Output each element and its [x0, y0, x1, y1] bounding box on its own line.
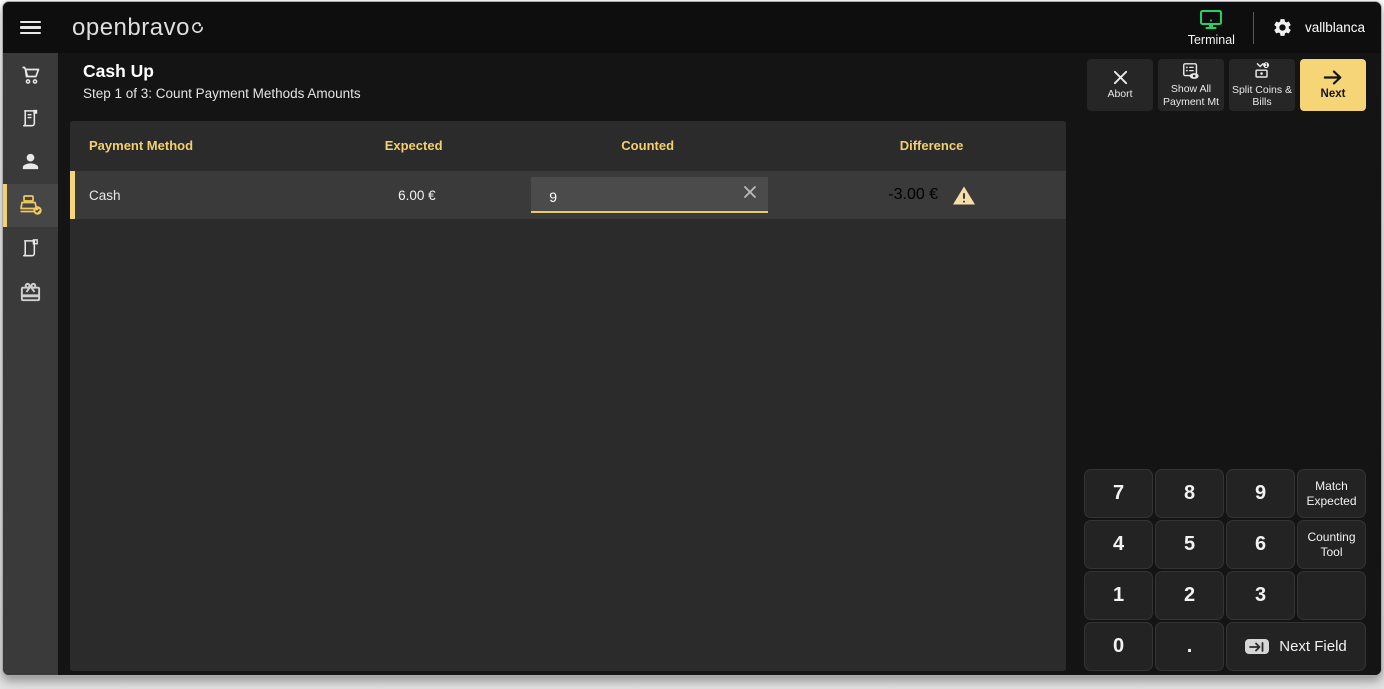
terminal-label: Terminal — [1187, 32, 1235, 47]
clear-x-icon[interactable] — [742, 184, 758, 203]
terminal-button[interactable]: Terminal — [1188, 9, 1235, 47]
split-coins-label: Split Coins & Bills — [1231, 83, 1293, 108]
difference-amount: -3.00 € — [888, 186, 939, 203]
menu-button[interactable] — [3, 2, 58, 53]
next-field-label: Next Field — [1279, 638, 1347, 655]
payment-method-name: Cash — [89, 187, 121, 203]
key-decimal[interactable]: . — [1155, 622, 1224, 671]
counted-input[interactable] — [531, 177, 769, 213]
table-header: Payment Method Expected Counted Differen… — [70, 121, 1066, 170]
key-match-expected[interactable]: Match Expected — [1297, 469, 1366, 518]
key-6[interactable]: 6 — [1226, 520, 1295, 569]
logo-mark-icon — [192, 12, 203, 40]
key-2[interactable]: 2 — [1155, 571, 1224, 620]
gift-icon — [20, 282, 41, 301]
table-row[interactable]: Cash 6.00 € -3.00 € — [70, 171, 1066, 219]
sidebar-item-customers[interactable] — [3, 140, 58, 184]
col-counted: Counted — [621, 138, 675, 153]
show-all-label: Show All Payment Mt — [1162, 83, 1220, 108]
svg-text:1: 1 — [1265, 63, 1268, 69]
show-all-payment-methods-button[interactable]: Show All Payment Mt — [1158, 59, 1224, 111]
expected-amount: 6.00 € — [398, 187, 436, 203]
payment-methods-table: Payment Method Expected Counted Differen… — [70, 121, 1066, 671]
tab-icon — [1245, 639, 1270, 654]
sidebar-item-gift-card[interactable] — [3, 271, 58, 315]
person-icon — [22, 154, 39, 170]
page-header: Cash Up Step 1 of 3: Count Payment Metho… — [83, 61, 361, 101]
coins-bills-icon: 1 — [1255, 62, 1269, 78]
key-0[interactable]: 0 — [1084, 622, 1153, 671]
split-coins-bills-button[interactable]: 1 Split Coins & Bills — [1229, 59, 1295, 111]
sidebar-item-cash-up[interactable] — [3, 183, 58, 227]
list-eye-icon — [1183, 63, 1199, 80]
receipt-icon — [23, 109, 38, 127]
sidebar — [3, 53, 58, 675]
key-7[interactable]: 7 — [1084, 469, 1153, 518]
key-1[interactable]: 1 — [1084, 571, 1153, 620]
page-title: Cash Up — [83, 61, 154, 81]
key-3[interactable]: 3 — [1226, 571, 1295, 620]
hamburger-icon — [20, 18, 41, 38]
key-5[interactable]: 5 — [1155, 520, 1224, 569]
key-8[interactable]: 8 — [1155, 469, 1224, 518]
abort-label: Abort — [1107, 88, 1133, 101]
counted-field-wrap — [531, 177, 769, 213]
key-counting-tool[interactable]: Counting Tool — [1297, 520, 1366, 569]
sidebar-item-documents[interactable] — [3, 227, 58, 271]
openbravo-logo: openbravo — [72, 13, 203, 42]
sidebar-item-receipts[interactable] — [3, 97, 58, 141]
settings-button[interactable] — [1272, 17, 1293, 38]
monitor-icon — [1200, 9, 1223, 29]
abort-button[interactable]: Abort — [1087, 59, 1153, 111]
topbar-right: Terminal vallblanca — [1188, 9, 1381, 47]
page-subtitle: Step 1 of 3: Count Payment Methods Amoun… — [83, 86, 361, 101]
key-4[interactable]: 4 — [1084, 520, 1153, 569]
topbar: openbravo Terminal vallblanca — [3, 2, 1381, 53]
gear-icon — [1274, 19, 1291, 36]
key-9[interactable]: 9 — [1226, 469, 1295, 518]
numeric-keypad: 7 8 9 Match Expected 4 5 6 Counting Tool… — [1084, 469, 1366, 671]
arrow-right-icon — [1323, 70, 1342, 85]
cart-icon — [22, 66, 39, 84]
main-content: Cash Up Step 1 of 3: Count Payment Metho… — [58, 53, 1381, 675]
col-expected: Expected — [384, 138, 443, 153]
cash-register-check-icon — [19, 195, 42, 215]
next-button[interactable]: Next — [1300, 59, 1366, 111]
username[interactable]: vallblanca — [1305, 20, 1365, 35]
logo-text: openbravo — [72, 13, 190, 41]
app-window: openbravo Terminal vallblanca Cash Up St… — [2, 1, 1382, 676]
active-indicator — [3, 183, 7, 227]
topbar-divider — [1252, 11, 1254, 44]
key-next-field[interactable]: Next Field — [1226, 622, 1366, 671]
next-label: Next — [1320, 87, 1346, 100]
sidebar-item-sales[interactable] — [3, 53, 58, 97]
key-blank[interactable] — [1297, 571, 1366, 620]
col-payment-method: Payment Method — [89, 138, 194, 153]
receipt-icon — [23, 239, 38, 257]
action-bar: Abort Show All Payment Mt 1 Split Coins … — [1087, 59, 1366, 111]
warning-triangle-icon — [953, 186, 976, 204]
close-icon — [1113, 71, 1127, 85]
col-difference: Difference — [899, 138, 964, 153]
